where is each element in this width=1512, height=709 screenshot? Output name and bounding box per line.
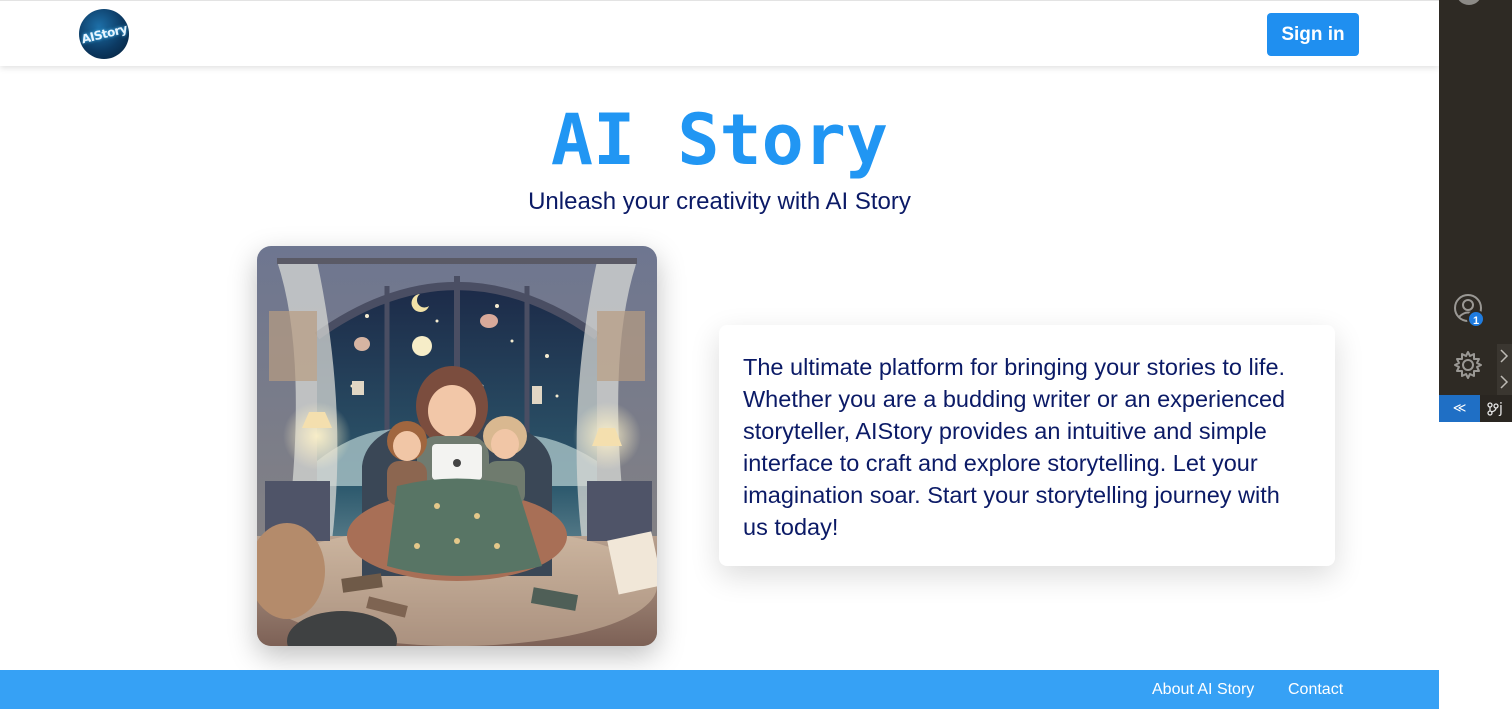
extension-icon[interactable] — [1453, 0, 1485, 14]
description-card: The ultimate platform for bringing your … — [719, 325, 1335, 566]
chevron-right-icon — [1500, 349, 1509, 389]
footer: About AI Story Contact — [0, 670, 1439, 709]
branch-label: j — [1499, 401, 1503, 417]
gear-icon[interactable] — [1452, 349, 1484, 381]
account-badge: 1 — [1467, 310, 1485, 328]
description-text: The ultimate platform for bringing your … — [743, 354, 1286, 540]
panel-scroll-controls[interactable] — [1497, 344, 1512, 396]
sign-in-button[interactable]: Sign in — [1267, 13, 1359, 56]
aistory-logo[interactable]: AIStory — [79, 9, 129, 59]
source-control-icon — [1487, 402, 1499, 416]
source-control-branch[interactable]: j — [1487, 399, 1512, 419]
footer-link-about[interactable]: About AI Story — [1152, 680, 1254, 700]
logo-text: AIStory — [79, 21, 129, 47]
hero-title: AI Story — [550, 99, 889, 181]
editor-status-bar: ≪ j — [1439, 395, 1512, 422]
footer-link-contact[interactable]: Contact — [1288, 680, 1343, 700]
top-navbar: AIStory Sign in — [0, 0, 1439, 66]
editor-activity-bar: 1 ≪ j — [1439, 0, 1512, 422]
browser-page: AIStory Sign in AI Story Unleash your cr… — [0, 0, 1439, 709]
remote-icon[interactable]: ≪ — [1439, 395, 1480, 422]
hero-subtitle: Unleash your creativity with AI Story — [528, 188, 911, 215]
storytelling-illustration — [257, 246, 657, 646]
